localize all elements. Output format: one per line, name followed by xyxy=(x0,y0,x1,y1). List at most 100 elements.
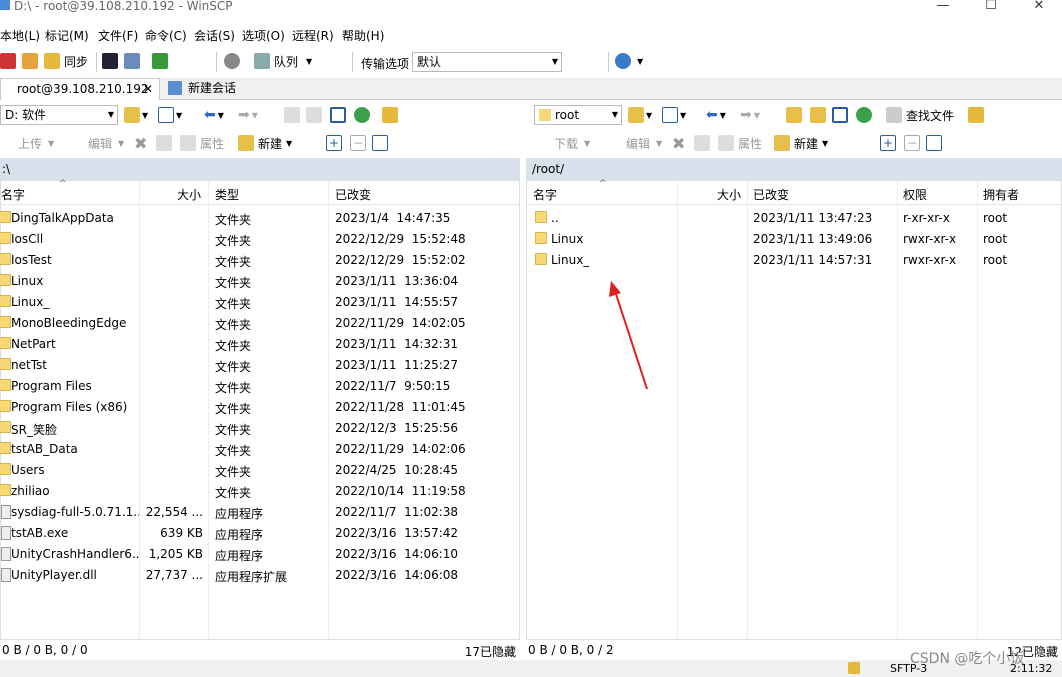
local-file-row[interactable]: Program Files (x86) 文件夹 2022/11/28 11:01:4… xyxy=(0,397,519,418)
local-file-row[interactable]: Users 文件夹 2022/4/25 10:28:45 xyxy=(0,460,519,481)
preferences-icon[interactable] xyxy=(224,50,240,72)
back-icon[interactable]: ⬅ ▼ xyxy=(204,104,224,126)
col-name[interactable]: 名字 xyxy=(1,186,25,203)
menu-remote[interactable]: 远程(R) xyxy=(292,27,334,44)
col-changed[interactable]: 已改变 xyxy=(335,186,371,203)
delete-icon[interactable]: ✖ xyxy=(134,132,147,154)
sync-button[interactable]: 同步 xyxy=(44,50,88,72)
local-file-row[interactable]: sysdiag-full-5.0.71.1... 22,554 ... 应用程序 20… xyxy=(1,502,519,523)
menu-command[interactable]: 命令(C) xyxy=(145,27,187,44)
upload-button[interactable]: 上传 ▼ xyxy=(0,132,54,154)
local-file-row[interactable]: Program Files 文件夹 2022/11/7 9:50:15 xyxy=(0,376,519,397)
terminal-icon[interactable] xyxy=(102,50,118,72)
plus-icon[interactable]: + xyxy=(326,132,342,154)
local-file-row[interactable]: SR_笑脸 文件夹 2022/12/3 15:25:56 xyxy=(0,418,519,439)
filter-icon[interactable]: ▼ xyxy=(158,104,182,126)
remote-new-button[interactable]: 新建 ▼ xyxy=(774,132,828,154)
download-button[interactable]: 下载 ▼ xyxy=(534,132,590,154)
refresh-session-icon[interactable] xyxy=(152,50,168,72)
local-file-row[interactable]: zhiliao 文件夹 2022/10/14 11:19:58 xyxy=(0,481,519,502)
local-path-bar[interactable]: :\ xyxy=(0,158,520,180)
add-session-icon[interactable] xyxy=(0,50,16,72)
remote-back-icon[interactable]: ⬅ ▼ xyxy=(706,104,726,126)
local-file-row[interactable]: netTst 文件夹 2023/1/11 11:25:27 xyxy=(0,355,519,376)
menu-options[interactable]: 选项(O) xyxy=(242,27,285,44)
menu-local[interactable]: 本地(L) xyxy=(0,27,40,44)
local-file-row[interactable]: UnityCrashHandler6... 1,205 KB 应用程序 2022/3/… xyxy=(1,544,519,565)
local-file-row[interactable]: IosCll 文件夹 2022/12/29 15:52:48 xyxy=(0,229,519,250)
local-file-row[interactable]: MonoBleedingEdge 文件夹 2022/11/29 14:02:05 xyxy=(0,313,519,334)
home-icon[interactable] xyxy=(330,104,346,126)
local-file-row[interactable]: UnityPlayer.dll 27,737 ... 应用程序扩展 2022/3/16… xyxy=(1,565,519,586)
local-file-row[interactable]: IosTest 文件夹 2022/12/29 15:52:02 xyxy=(0,250,519,271)
remote-home-icon[interactable] xyxy=(832,104,848,126)
file-name: MonoBleedingEdge xyxy=(11,316,127,330)
remote-filter-icon[interactable]: ▼ xyxy=(662,104,686,126)
remote-edit-button[interactable]: 编辑 ▼ xyxy=(606,132,662,154)
minus-icon[interactable]: − xyxy=(350,132,366,154)
remote-refresh-icon[interactable] xyxy=(856,104,872,126)
local-file-row[interactable]: DingTalkAppData 文件夹 2023/1/4 14:47:35 xyxy=(0,208,519,229)
remote-col-rights[interactable]: 权限 xyxy=(903,186,927,203)
local-file-row[interactable]: Linux_ 文件夹 2023/1/11 14:55:57 xyxy=(0,292,519,313)
local-status-hidden[interactable]: 17已隐藏 xyxy=(465,643,516,660)
new-session-icon xyxy=(168,81,182,95)
compare-dirs-icon[interactable] xyxy=(22,50,38,72)
tab-session[interactable]: root@39.108.210.192 ✕ xyxy=(0,78,160,100)
menu-help[interactable]: 帮助(H) xyxy=(342,27,384,44)
local-file-row[interactable]: tstAB_Data 文件夹 2022/11/29 14:02:06 xyxy=(0,439,519,460)
transfer-options-select[interactable]: 默认 ▼ xyxy=(412,52,562,72)
local-file-list[interactable]: 名字 ^ 大小 类型 已改变 DingTalkAppData 文件夹 2023/1/… xyxy=(0,179,520,640)
queue-button[interactable]: 队列 ▼ xyxy=(254,50,312,72)
remote-file-list[interactable]: 名字 ^ 大小 已改变 权限 拥有者 .. 2023/1/11 13:47:23 r… xyxy=(526,179,1062,640)
remote-root-dir-icon[interactable] xyxy=(810,104,826,126)
remote-col-name[interactable]: 名字 xyxy=(533,186,557,203)
menu-mark[interactable]: 标记(M) xyxy=(45,27,89,44)
remote-col-changed[interactable]: 已改变 xyxy=(753,186,789,203)
putty-icon[interactable] xyxy=(124,50,140,72)
local-file-row[interactable]: NetPart 文件夹 2023/1/11 14:32:31 xyxy=(0,334,519,355)
remote-rename-icon[interactable] xyxy=(694,132,710,154)
menu-session[interactable]: 会话(S) xyxy=(194,27,235,44)
remote-filter-select-icon[interactable] xyxy=(926,132,942,154)
col-size[interactable]: 大小 xyxy=(177,186,201,203)
close-button[interactable]: ✕ xyxy=(1016,0,1062,14)
col-type[interactable]: 类型 xyxy=(215,186,239,203)
edit-button[interactable]: 编辑 ▼ xyxy=(70,132,124,154)
local-drive-select[interactable]: D: 软件 ▼ xyxy=(0,105,118,125)
remote-file-row[interactable]: Linux 2023/1/11 13:49:06 rwxr-xr-x root xyxy=(527,229,1061,250)
rename-icon[interactable] xyxy=(156,132,172,154)
remote-parent-dir-icon[interactable] xyxy=(786,104,802,126)
remote-plus-icon[interactable]: + xyxy=(880,132,896,154)
remote-file-row[interactable]: .. 2023/1/11 13:47:23 r-xr-xr-x root xyxy=(527,208,1061,229)
find-files-button[interactable]: 查找文件 xyxy=(886,104,954,126)
remote-dir-select[interactable]: root ▼ xyxy=(534,105,622,125)
filter-select-icon[interactable] xyxy=(372,132,388,154)
forward-icon[interactable]: ➡ ▼ xyxy=(238,104,258,126)
parent-dir-icon[interactable] xyxy=(284,104,300,126)
root-dir-icon[interactable] xyxy=(306,104,322,126)
remote-col-size[interactable]: 大小 xyxy=(717,186,741,203)
remote-tree-icon[interactable] xyxy=(968,104,984,126)
remote-col-owner[interactable]: 拥有者 xyxy=(983,186,1019,203)
close-tab-icon[interactable]: ✕ xyxy=(143,79,153,99)
local-file-row[interactable]: Linux 文件夹 2023/1/11 13:36:04 xyxy=(0,271,519,292)
remote-minus-icon[interactable]: − xyxy=(904,132,920,154)
find-icon[interactable] xyxy=(382,104,398,126)
refresh-icon[interactable] xyxy=(354,104,370,126)
remote-forward-icon[interactable]: ➡ ▼ xyxy=(740,104,760,126)
minimize-button[interactable]: — xyxy=(920,0,966,14)
local-file-row[interactable]: tstAB.exe 639 KB 应用程序 2022/3/16 13:57:42 xyxy=(1,523,519,544)
remote-open-dir-icon[interactable]: ▼ xyxy=(628,104,652,126)
tab-new-session[interactable]: 新建会话 xyxy=(164,78,264,100)
remote-path-bar[interactable]: /root/ xyxy=(526,158,1062,180)
remote-file-row[interactable]: Linux_ 2023/1/11 14:57:31 rwxr-xr-x root xyxy=(527,250,1061,271)
remote-delete-icon[interactable]: ✖ xyxy=(672,132,685,154)
menu-file[interactable]: 文件(F) xyxy=(98,27,138,44)
globe-icon[interactable]: ▼ xyxy=(615,50,643,72)
maximize-button[interactable]: ☐ xyxy=(968,0,1014,14)
properties-button[interactable]: 属性 xyxy=(180,132,224,154)
new-button[interactable]: 新建 ▼ xyxy=(238,132,292,154)
open-dir-icon[interactable]: ▼ xyxy=(124,104,148,126)
remote-properties-button[interactable]: 属性 xyxy=(718,132,762,154)
